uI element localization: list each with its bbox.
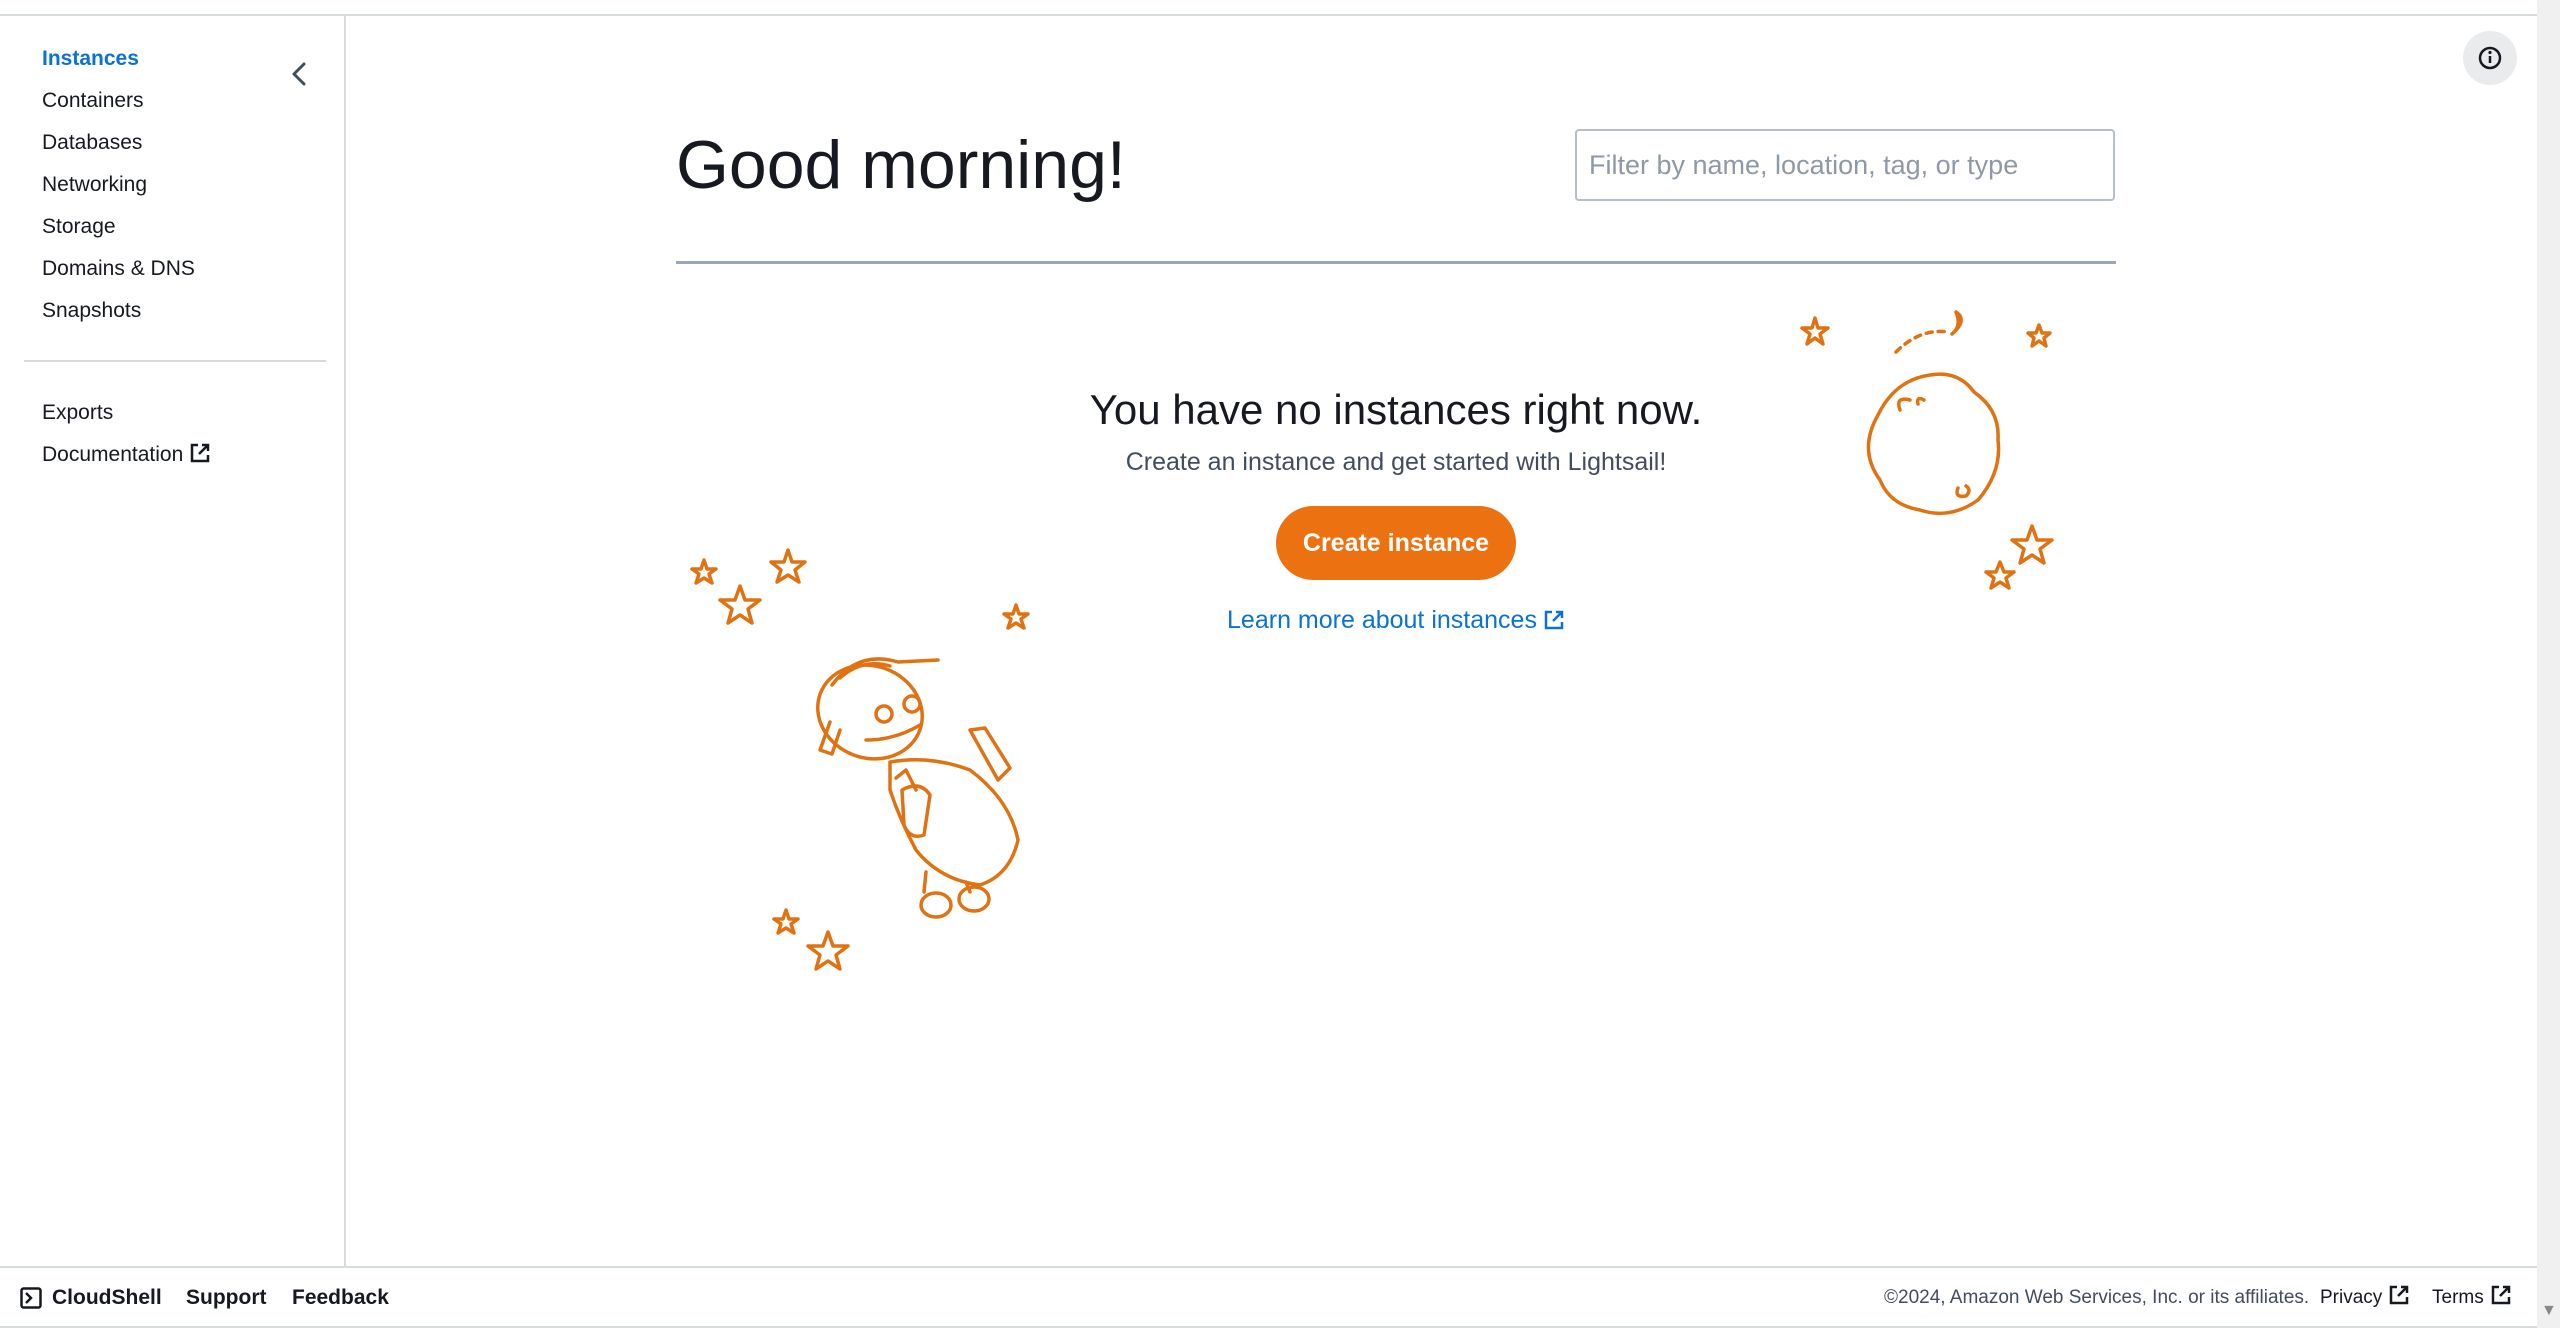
chevron-left-icon	[292, 62, 306, 86]
create-instance-button[interactable]: Create instance	[1276, 506, 1516, 580]
header-divider	[676, 261, 2116, 264]
support-link[interactable]: Support	[186, 1268, 266, 1328]
learn-more-label: Learn more about instances	[1227, 606, 1537, 634]
privacy-label: Privacy	[2320, 1287, 2383, 1308]
documentation-label: Documentation	[42, 443, 184, 466]
page-scrollbar[interactable]	[2537, 0, 2560, 1328]
external-link-icon	[2491, 1285, 2510, 1305]
sidebar-item-instances[interactable]: Instances	[42, 46, 139, 72]
star-icon	[690, 558, 718, 585]
sidebar-item-databases[interactable]: Databases	[42, 130, 142, 156]
star-icon	[1002, 603, 1030, 630]
external-link-icon	[1544, 610, 1564, 630]
sidebar-item-networking[interactable]: Networking	[42, 172, 147, 198]
star-icon	[1800, 316, 1830, 346]
cloudshell-button[interactable]: CloudShell	[20, 1268, 162, 1328]
star-icon	[2026, 323, 2052, 348]
external-link-icon	[191, 443, 210, 463]
sidebar-item-domains-dns[interactable]: Domains & DNS	[42, 256, 195, 282]
star-icon	[718, 584, 762, 625]
footer: CloudShell Support Feedback ©2024, Amazo…	[0, 1266, 2537, 1328]
sidebar-item-exports[interactable]: Exports	[42, 400, 113, 426]
terms-link[interactable]: Terms	[2432, 1268, 2512, 1328]
moon-illustration	[1800, 310, 2054, 590]
info-icon	[2478, 46, 2502, 70]
sidebar-item-documentation[interactable]: Documentation	[42, 442, 211, 468]
star-icon	[1984, 560, 2016, 590]
cloudshell-label: CloudShell	[52, 1286, 162, 1309]
privacy-link[interactable]: Privacy	[2320, 1268, 2410, 1328]
top-bar	[0, 0, 2537, 16]
star-icon	[769, 548, 807, 584]
page-title: Good morning!	[676, 127, 1126, 203]
sidebar-item-snapshots[interactable]: Snapshots	[42, 298, 141, 324]
sidebar-item-storage[interactable]: Storage	[42, 214, 116, 240]
star-icon	[806, 930, 850, 971]
cloudshell-icon	[20, 1287, 42, 1309]
info-button[interactable]	[2463, 31, 2517, 85]
star-icon	[772, 908, 800, 935]
sidebar-item-containers[interactable]: Containers	[42, 88, 144, 114]
external-link-icon	[2390, 1285, 2409, 1305]
scroll-down-arrow-icon[interactable]: ▼	[2541, 1302, 2557, 1320]
star-icon	[2010, 524, 2054, 565]
copyright-text: ©2024, Amazon Web Services, Inc. or its …	[1884, 1287, 2310, 1308]
sidebar: Instances Containers Databases Networkin…	[0, 16, 346, 1266]
terms-label: Terms	[2432, 1287, 2484, 1308]
filter-input[interactable]	[1575, 129, 2115, 201]
collapse-sidebar-button[interactable]	[286, 60, 314, 88]
sidebar-divider	[24, 360, 326, 362]
robot-illustration	[690, 548, 1030, 971]
feedback-link[interactable]: Feedback	[292, 1268, 389, 1328]
